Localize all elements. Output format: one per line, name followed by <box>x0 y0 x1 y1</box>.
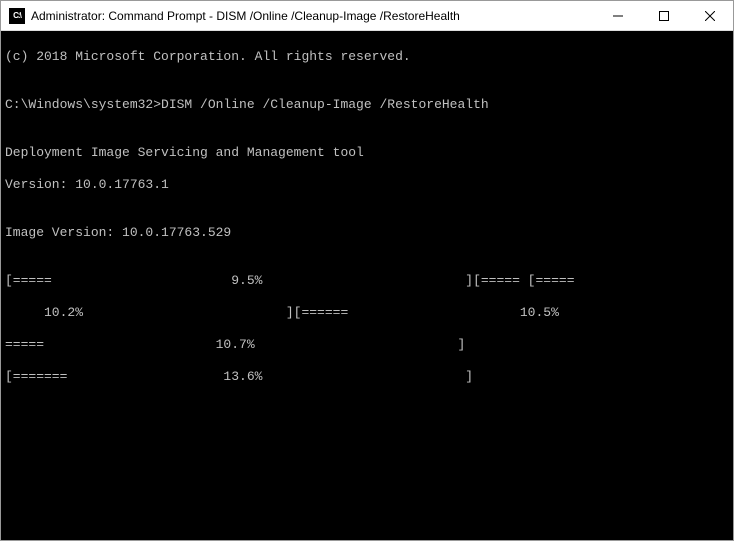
console-line: Version: 10.0.17763.1 <box>5 177 729 193</box>
console-line: [===== 9.5% ][===== [===== <box>5 273 729 289</box>
minimize-icon <box>613 11 623 21</box>
console-line: (c) 2018 Microsoft Corporation. All righ… <box>5 49 729 65</box>
console-line: Image Version: 10.0.17763.529 <box>5 225 729 241</box>
window-titlebar: C:\ Administrator: Command Prompt - DISM… <box>1 1 733 31</box>
console-line: C:\Windows\system32>DISM /Online /Cleanu… <box>5 97 729 113</box>
close-button[interactable] <box>687 1 733 30</box>
console-line: ===== 10.7% ] <box>5 337 729 353</box>
watermark-text: wsxdn.com <box>680 528 730 539</box>
window-controls <box>595 1 733 30</box>
close-icon <box>705 11 715 21</box>
minimize-button[interactable] <box>595 1 641 30</box>
console-line: Deployment Image Servicing and Managemen… <box>5 145 729 161</box>
maximize-icon <box>659 11 669 21</box>
console-output[interactable]: (c) 2018 Microsoft Corporation. All righ… <box>1 31 733 540</box>
window-title: Administrator: Command Prompt - DISM /On… <box>31 9 595 23</box>
cmd-icon: C:\ <box>9 8 25 24</box>
console-line: [======= 13.6% ] <box>5 369 729 385</box>
console-line: 10.2% ][====== 10.5% [= <box>5 305 729 321</box>
maximize-button[interactable] <box>641 1 687 30</box>
